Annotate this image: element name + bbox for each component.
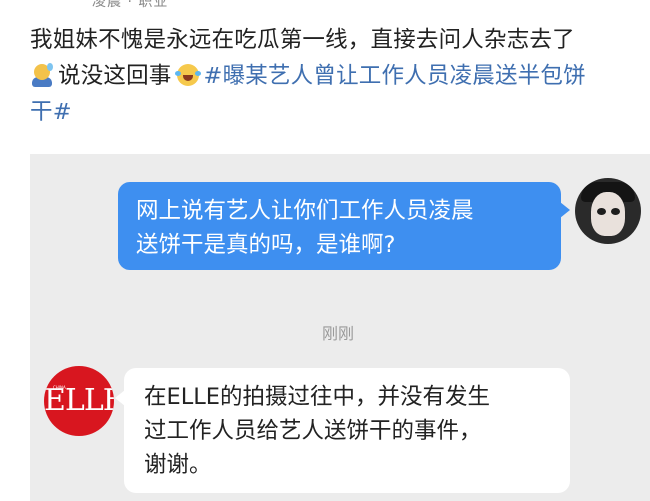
post-line-2: 说没这回事 #曝某艺人曾让工作人员凌晨送半包饼 — [30, 58, 650, 94]
hashtag-link[interactable]: #曝某艺人曾让工作人员凌晨送半包饼 — [204, 63, 586, 89]
elle-logo-text: ELLE — [44, 383, 114, 418]
outgoing-message-line-1: 网上说有艺人让你们工作人员凌晨 — [136, 198, 474, 224]
incoming-message-bubble: 在ELLE的拍摄过往中，并没有发生 过工作人员给艺人送饼干的事件， 谢谢。 — [115, 368, 570, 493]
outgoing-message-bubble: 网上说有艺人让你们工作人员凌晨 送饼干是真的吗，是谁啊? — [118, 182, 570, 270]
elle-avatar-logo[interactable]: CHINA ELLE — [44, 366, 114, 436]
post-line-2-text: 说没这回事 — [58, 63, 172, 89]
message-timestamp: 刚刚 — [321, 324, 354, 343]
incoming-message-line-2: 过工作人员给艺人送饼干的事件， — [144, 418, 482, 444]
sweat-emoji-icon — [30, 63, 54, 87]
top-cropped-strip: 凌晨 · 职业 — [0, 0, 650, 14]
post-body: 我姐妹不愧是永远在吃瓜第一线，直接去问人杂志去了 说没这回事 #曝某艺人曾让工作… — [30, 22, 650, 130]
post-line-1: 我姐妹不愧是永远在吃瓜第一线，直接去问人杂志去了 — [30, 27, 575, 53]
laugh-cry-emoji-icon — [174, 63, 201, 87]
cropped-header-text: 凌晨 · 职业 — [92, 0, 169, 10]
incoming-message-line-3: 谢谢。 — [144, 452, 212, 478]
incoming-message-line-1: 在ELLE的拍摄过往中，并没有发生 — [144, 384, 491, 410]
user-avatar[interactable] — [575, 178, 641, 244]
outgoing-message-line-2: 送饼干是真的吗，是谁啊? — [136, 232, 396, 258]
hashtag-link-continued[interactable]: 干# — [30, 94, 650, 130]
